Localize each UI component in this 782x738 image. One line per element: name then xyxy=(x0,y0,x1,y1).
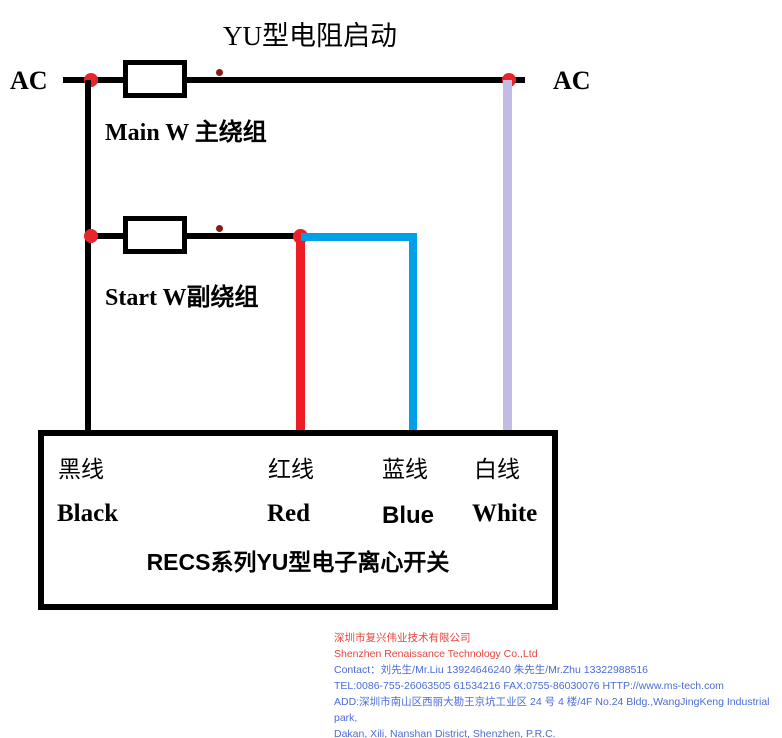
winding-start-label: Start W副绕组 xyxy=(105,285,259,311)
lead-label-cn-red: 红线 xyxy=(268,457,314,482)
lead-label-cn-black: 黑线 xyxy=(58,457,104,482)
lead-label-en-blue: Blue xyxy=(382,502,435,529)
page-title: YU型电阻启动 xyxy=(223,21,397,51)
junction-dot-start-left xyxy=(84,229,98,243)
lead-label-en-black: Black xyxy=(57,500,119,527)
lead-label-en-red: Red xyxy=(267,500,311,527)
lead-label-cn-blue: 蓝线 xyxy=(382,457,428,482)
footer-company-cn: 深圳市复兴伟业技术有限公司 xyxy=(334,632,471,644)
ac-terminal-left-label: AC xyxy=(10,66,48,95)
lead-wire-blue-vertical xyxy=(409,233,417,436)
device-model-title: RECS系列YU型电子离心开关 xyxy=(146,549,450,575)
wire-main-to-right-ac xyxy=(185,77,525,83)
lead-wire-red xyxy=(296,233,305,436)
winding-main-label: Main W 主绕组 xyxy=(105,120,267,146)
footer-contact-block: 深圳市复兴伟业技术有限公司 Shenzhen Renaissance Techn… xyxy=(334,630,782,738)
footer-address-line-2: Dakan, Xili, Nanshan District, Shenzhen,… xyxy=(334,728,556,738)
winding-start-coil xyxy=(123,216,187,254)
ac-terminal-right-label: AC xyxy=(553,66,591,95)
wire-black-vertical-bus xyxy=(85,80,91,434)
winding-main-coil xyxy=(123,60,187,98)
wire-start-coil-to-red-lead xyxy=(185,233,305,239)
footer-address-line-1: ADD:深圳市南山区西丽大勘王京坑工业区 24 号 4 楼/4F No.24 B… xyxy=(334,696,770,724)
lead-label-cn-white: 白线 xyxy=(474,457,520,482)
footer-tel-line: TEL:0086-755-26063505 61534216 FAX:0755-… xyxy=(334,680,724,692)
wire-marker-top-middle xyxy=(216,69,223,76)
lead-wire-blue-horizontal xyxy=(301,233,417,241)
wire-marker-start-middle xyxy=(216,225,223,232)
footer-contact-line: Contact：刘先生/Mr.Liu 13924646240 朱先生/Mr.Zh… xyxy=(334,664,649,676)
lead-wire-white xyxy=(503,80,512,436)
footer-company-en: Shenzhen Renaissance Technology Co.,Ltd xyxy=(334,648,538,660)
wiring-diagram: YU型电阻启动 AC AC Main W 主绕组 Start W副绕组 黑线 红… xyxy=(0,0,782,738)
lead-label-en-white: White xyxy=(472,500,538,527)
